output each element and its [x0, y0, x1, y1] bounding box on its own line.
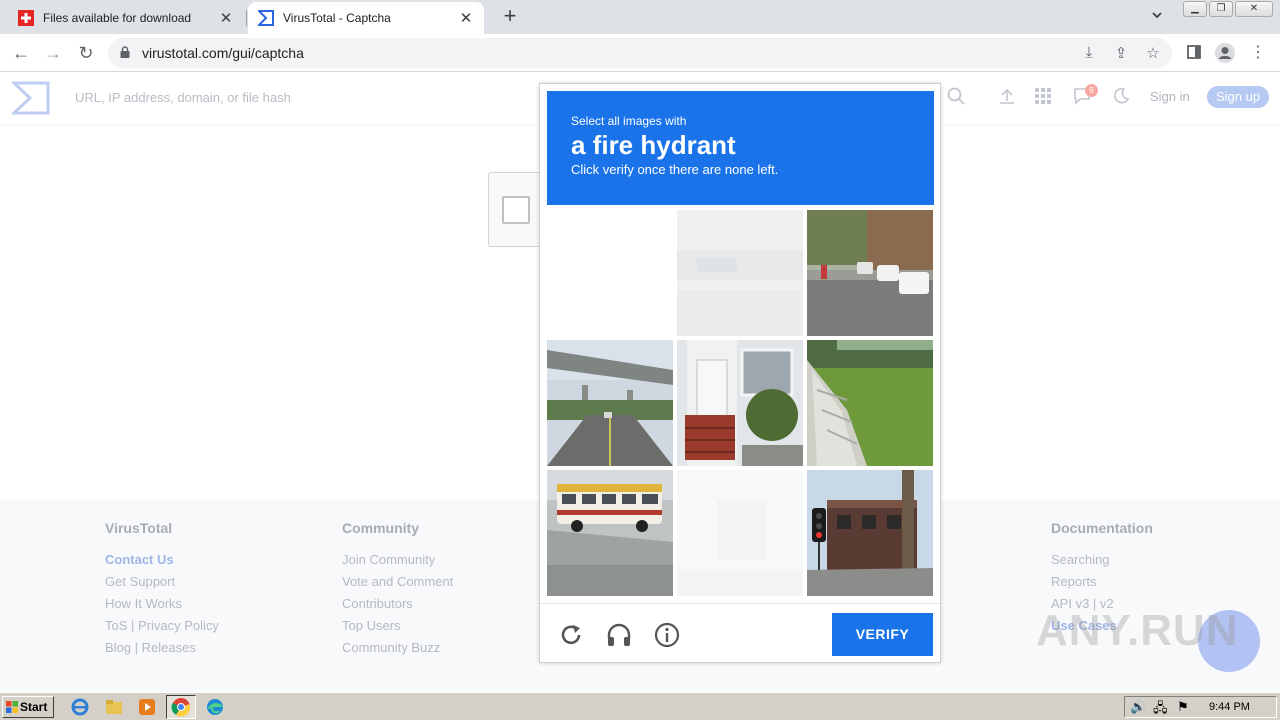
profile-avatar-icon[interactable]: [1214, 42, 1236, 64]
verify-button[interactable]: VERIFY: [832, 613, 933, 656]
apps-grid-icon[interactable]: [1032, 87, 1054, 109]
minimize-button[interactable]: ▁: [1183, 1, 1207, 17]
sign-in-link[interactable]: Sign in: [1150, 89, 1190, 104]
audio-headphones-icon[interactable]: [606, 622, 632, 648]
captcha-challenge: Select all images with a fire hydrant Cl…: [539, 83, 941, 663]
captcha-tile[interactable]: [547, 340, 673, 466]
url-text: virustotal.com/gui/captcha: [142, 45, 304, 61]
upload-icon[interactable]: [996, 87, 1018, 109]
captcha-tile[interactable]: [807, 340, 933, 466]
footer-column-virustotal: VirusTotal Contact Us Get Support How It…: [105, 520, 219, 662]
virustotal-favicon-icon: [258, 10, 274, 26]
new-tab-button[interactable]: +: [498, 4, 522, 30]
footer-link[interactable]: Searching: [1051, 552, 1153, 574]
restore-button[interactable]: ❐: [1209, 1, 1233, 17]
tab-files-download[interactable]: Files available for download ✕: [8, 2, 244, 34]
info-icon[interactable]: [654, 622, 680, 648]
volume-icon[interactable]: 🔊: [1130, 699, 1146, 715]
footer-link[interactable]: Community Buzz: [342, 640, 453, 662]
tab-strip: Files available for download ✕ VirusTota…: [0, 0, 1280, 34]
address-bar[interactable]: virustotal.com/gui/captcha ⤓ ⇪ ☆: [108, 38, 1172, 68]
captcha-tile[interactable]: [677, 210, 803, 336]
tab-title: Files available for download: [43, 11, 192, 25]
footer-heading: Community: [342, 520, 419, 536]
sign-up-button[interactable]: Sign up: [1207, 86, 1269, 108]
windows-logo-icon: [6, 701, 18, 713]
tab-virustotal-captcha[interactable]: VirusTotal - Captcha ✕: [248, 2, 484, 34]
captcha-tile[interactable]: [547, 210, 673, 336]
captcha-target: a fire hydrant: [571, 130, 736, 160]
footer-link[interactable]: Join Community: [342, 552, 453, 574]
notification-count-badge: 9: [1085, 84, 1098, 97]
start-label: Start: [20, 700, 48, 714]
media-player-icon[interactable]: [137, 697, 157, 717]
footer-link[interactable]: Top Users: [342, 618, 453, 640]
footer-link[interactable]: Blog | Releases: [105, 640, 219, 662]
folder-icon[interactable]: [104, 697, 124, 717]
start-button[interactable]: Start: [2, 696, 54, 718]
edge-icon[interactable]: [205, 697, 225, 717]
chrome-taskbar-button[interactable]: [166, 695, 196, 719]
anyrun-watermark: ANY.RUN: [1036, 606, 1239, 655]
captcha-instruction: Select all images with: [571, 114, 687, 128]
reload-icon[interactable]: ↻: [74, 41, 98, 65]
captcha-prompt: Select all images with a fire hydrant Cl…: [547, 91, 934, 205]
footer-heading: VirusTotal: [105, 520, 173, 536]
forward-arrow-icon[interactable]: →: [41, 41, 65, 65]
dark-mode-moon-icon[interactable]: [1110, 87, 1132, 109]
tab-close-icon[interactable]: ✕: [218, 9, 234, 27]
reload-icon[interactable]: [558, 622, 584, 648]
tab-title: VirusTotal - Captcha: [283, 11, 391, 25]
kebab-menu-icon[interactable]: ⋮: [1247, 42, 1269, 64]
share-icon[interactable]: ⇪: [1111, 44, 1131, 62]
footer-link[interactable]: Reports: [1051, 574, 1153, 596]
system-tray: 🔊 🖧 ⚑: [1124, 696, 1277, 718]
network-icon[interactable]: 🖧: [1153, 699, 1168, 720]
captcha-image-grid: [547, 210, 934, 597]
chrome-icon: [171, 698, 191, 717]
window-close-button[interactable]: ✕: [1235, 1, 1273, 17]
taskbar-clock: 9:44 PM: [1209, 701, 1250, 713]
captcha-tile[interactable]: [677, 470, 803, 596]
internet-explorer-icon[interactable]: [70, 697, 90, 717]
back-arrow-icon[interactable]: ←: [9, 41, 33, 65]
lock-icon: [120, 46, 130, 58]
tab-close-icon[interactable]: ✕: [458, 9, 474, 27]
captcha-tile[interactable]: [807, 470, 933, 596]
taskbar: Start 🔊 🖧 ⚑ 9:44 PM: [0, 692, 1280, 720]
browser-toolbar: ← → ↻ virustotal.com/gui/captcha ⤓ ⇪ ☆ ⋮: [0, 34, 1280, 72]
chevron-down-icon[interactable]: [1150, 8, 1164, 25]
tab-separator: [246, 10, 247, 26]
search-placeholder: URL, IP address, domain, or file hash: [75, 90, 291, 105]
footer-link[interactable]: Vote and Comment: [342, 574, 453, 596]
captcha-divider: [540, 603, 940, 604]
virustotal-logo-icon[interactable]: [12, 81, 50, 115]
side-panel-icon[interactable]: [1183, 42, 1205, 64]
captcha-tile[interactable]: [677, 340, 803, 466]
footer-heading: Documentation: [1051, 520, 1153, 536]
footer-link[interactable]: Contact Us: [105, 552, 219, 574]
swiss-flag-icon: [18, 10, 34, 26]
recaptcha-checkbox[interactable]: [502, 196, 530, 224]
footer-link[interactable]: ToS | Privacy Policy: [105, 618, 219, 640]
action-center-flag-icon[interactable]: ⚑: [1177, 699, 1189, 715]
footer-link[interactable]: How It Works: [105, 596, 219, 618]
search-icon[interactable]: [945, 87, 967, 109]
footer-link[interactable]: Get Support: [105, 574, 219, 596]
install-app-icon[interactable]: ⤓: [1079, 44, 1099, 62]
captcha-tile[interactable]: [547, 470, 673, 596]
footer-link[interactable]: Contributors: [342, 596, 453, 618]
bookmark-star-icon[interactable]: ☆: [1143, 44, 1163, 62]
footer-column-community: Community Join Community Vote and Commen…: [342, 520, 453, 662]
captcha-tile[interactable]: [807, 210, 933, 336]
captcha-subinstruction: Click verify once there are none left.: [571, 162, 779, 177]
